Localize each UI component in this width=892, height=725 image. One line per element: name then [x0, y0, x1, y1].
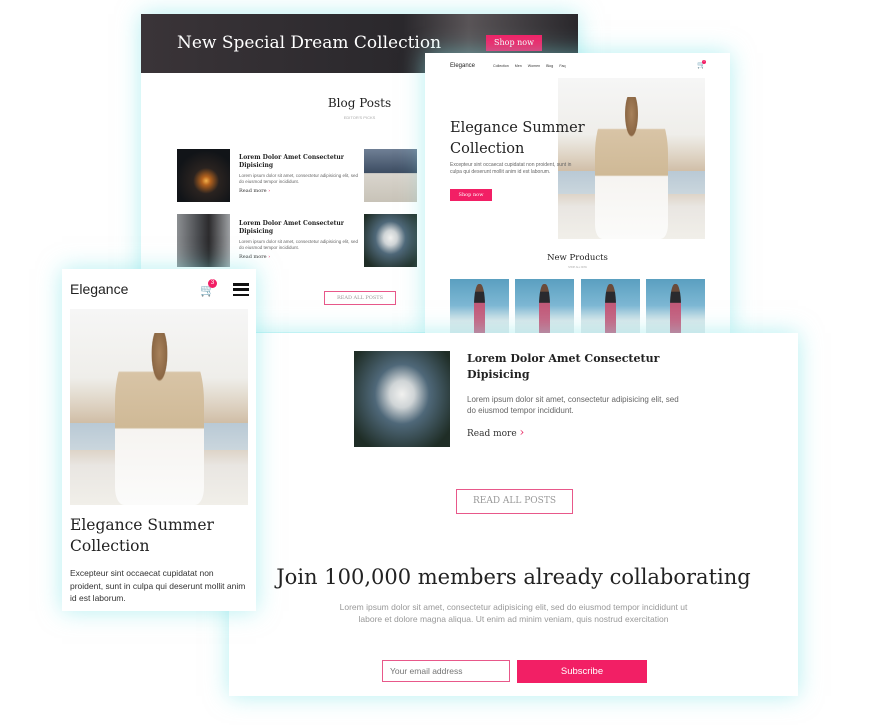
product-card[interactable]	[581, 279, 640, 338]
nav-item-blog[interactable]: Blog	[546, 64, 553, 68]
read-more-label: Read more	[239, 254, 267, 260]
blog-hero-title: New Special Dream Collection	[177, 33, 442, 53]
front-page-mockup: Lorem Dolor Amet Consectetur Dipisicing …	[229, 333, 798, 696]
chevron-right-icon: ›	[268, 188, 271, 194]
product-card[interactable]	[646, 279, 705, 338]
product-card[interactable]	[450, 279, 509, 338]
join-description: Lorem ipsum dolor sit amet, consectetur …	[339, 602, 688, 624]
product-card[interactable]	[515, 279, 574, 338]
desktop-nav: Collection Men Women Blog Faq	[493, 64, 566, 68]
desktop-cart-icon[interactable]: 🛒 2	[697, 60, 706, 69]
front-post-excerpt: Lorem ipsum dolor sit amet, consectetur …	[467, 395, 679, 415]
cart-badge: 2	[702, 60, 706, 64]
join-title: Join 100,000 members already collaborati…	[276, 565, 751, 589]
chevron-right-icon: ›	[268, 254, 271, 260]
nav-item-men[interactable]: Men	[515, 64, 522, 68]
nav-item-women[interactable]: Women	[528, 64, 540, 68]
blog-post-excerpt: Lorem ipsum dolor sit amet, consectetur …	[239, 173, 359, 184]
front-post-title[interactable]: Lorem Dolor Amet Consectetur Dipisicing	[467, 351, 667, 383]
nav-item-collection[interactable]: Collection	[493, 64, 509, 68]
mobile-page-mockup: Elegance 🛒 3 Elegance Summer Collection E…	[62, 269, 256, 611]
blog-post-excerpt: Lorem ipsum dolor sit amet, consectetur …	[239, 239, 359, 250]
blog-post-image-man[interactable]	[364, 149, 417, 202]
blog-post-title[interactable]: Lorem Dolor Amet Consectetur Dipisicing	[239, 154, 349, 170]
read-more-label: Read more	[467, 429, 517, 439]
mobile-logo[interactable]: Elegance	[70, 281, 128, 297]
cart-badge: 3	[208, 279, 217, 288]
mobile-cart-icon[interactable]: 🛒 3	[200, 279, 217, 297]
blog-read-all-button[interactable]: READ ALL POSTS	[324, 291, 396, 305]
desktop-hero-title: Elegance Summer Collection	[450, 120, 585, 157]
blog-post-title[interactable]: Lorem Dolor Amet Consectetur Dipisicing	[239, 220, 349, 236]
blog-post-image-bride[interactable]	[364, 214, 417, 267]
nav-item-faq[interactable]: Faq	[559, 64, 565, 68]
read-more-label: Read more	[239, 188, 267, 194]
mobile-hero-title: Elegance Summer Collection	[70, 516, 214, 555]
new-products-title: New Products	[547, 253, 608, 263]
blog-post-read-more[interactable]: Read more ›	[239, 188, 270, 194]
desktop-hero-body: Excepteur sint occaecat cupidatat non pr…	[450, 162, 572, 175]
front-read-all-button[interactable]: READ ALL POSTS	[456, 489, 573, 514]
new-products-subtitle: SHOP ALL NOW	[568, 266, 587, 269]
desktop-page-mockup: Elegance Collection Men Women Blog Faq 🛒…	[425, 53, 730, 338]
blog-post-image-sparkler[interactable]	[177, 149, 230, 202]
mobile-hero-body: Excepteur sint occaecat cupidatat non pr…	[70, 568, 246, 603]
blog-post-image-street[interactable]	[177, 214, 230, 267]
blog-hero-shop-button[interactable]: Shop now	[486, 35, 542, 51]
subscribe-button[interactable]: Subscribe	[517, 660, 647, 683]
mobile-hero-image	[70, 309, 248, 505]
front-post-image-bride[interactable]	[354, 351, 450, 447]
chevron-right-icon: ›	[519, 425, 525, 439]
front-post-read-more[interactable]: Read more ›	[467, 425, 524, 439]
email-field[interactable]	[382, 660, 510, 682]
hamburger-menu-icon[interactable]	[233, 283, 249, 297]
desktop-shop-button[interactable]: Shop now	[450, 189, 492, 201]
desktop-logo[interactable]: Elegance	[450, 63, 475, 69]
blog-post-read-more[interactable]: Read more ›	[239, 254, 270, 260]
